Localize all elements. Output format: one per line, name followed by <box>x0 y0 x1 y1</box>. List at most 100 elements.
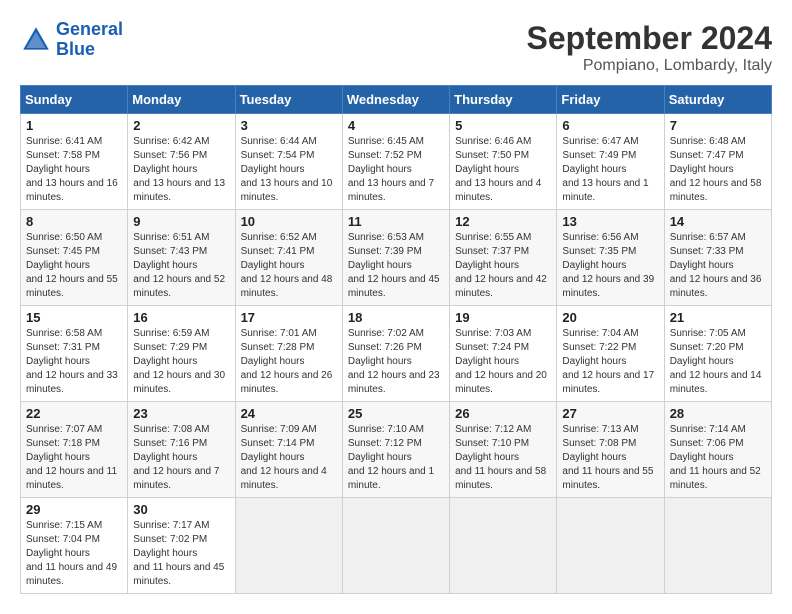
list-item: 15 Sunrise: 6:58 AM Sunset: 7:31 PM Dayl… <box>21 306 128 402</box>
list-item: 29 Sunrise: 7:15 AM Sunset: 7:04 PM Dayl… <box>21 498 128 594</box>
day-number: 19 <box>455 310 551 325</box>
calendar-table: Sunday Monday Tuesday Wednesday Thursday… <box>20 85 772 594</box>
month-year: September 2024 <box>527 20 772 57</box>
day-number: 30 <box>133 502 229 517</box>
day-number: 10 <box>241 214 337 229</box>
col-wednesday: Wednesday <box>342 86 449 114</box>
day-number: 18 <box>348 310 444 325</box>
day-info: Sunrise: 7:08 AM Sunset: 7:16 PM Dayligh… <box>133 423 229 493</box>
day-number: 24 <box>241 406 337 421</box>
logo-blue: Blue <box>56 40 123 60</box>
list-item: 25 Sunrise: 7:10 AM Sunset: 7:12 PM Dayl… <box>342 402 449 498</box>
calendar-header-row: Sunday Monday Tuesday Wednesday Thursday… <box>21 86 772 114</box>
list-item: 27 Sunrise: 7:13 AM Sunset: 7:08 PM Dayl… <box>557 402 664 498</box>
day-info: Sunrise: 7:01 AM Sunset: 7:28 PM Dayligh… <box>241 327 337 397</box>
day-number: 5 <box>455 118 551 133</box>
list-item <box>342 498 449 594</box>
day-info: Sunrise: 7:14 AM Sunset: 7:06 PM Dayligh… <box>670 423 766 493</box>
day-number: 23 <box>133 406 229 421</box>
list-item: 17 Sunrise: 7:01 AM Sunset: 7:28 PM Dayl… <box>235 306 342 402</box>
day-info: Sunrise: 7:17 AM Sunset: 7:02 PM Dayligh… <box>133 519 229 589</box>
day-number: 7 <box>670 118 766 133</box>
day-info: Sunrise: 6:59 AM Sunset: 7:29 PM Dayligh… <box>133 327 229 397</box>
day-number: 16 <box>133 310 229 325</box>
list-item: 21 Sunrise: 7:05 AM Sunset: 7:20 PM Dayl… <box>664 306 771 402</box>
list-item: 28 Sunrise: 7:14 AM Sunset: 7:06 PM Dayl… <box>664 402 771 498</box>
day-number: 14 <box>670 214 766 229</box>
day-info: Sunrise: 6:46 AM Sunset: 7:50 PM Dayligh… <box>455 135 551 205</box>
list-item: 14 Sunrise: 6:57 AM Sunset: 7:33 PM Dayl… <box>664 210 771 306</box>
list-item <box>450 498 557 594</box>
day-info: Sunrise: 6:50 AM Sunset: 7:45 PM Dayligh… <box>26 231 122 301</box>
col-tuesday: Tuesday <box>235 86 342 114</box>
table-row: 1 Sunrise: 6:41 AM Sunset: 7:58 PM Dayli… <box>21 114 772 210</box>
list-item: 16 Sunrise: 6:59 AM Sunset: 7:29 PM Dayl… <box>128 306 235 402</box>
list-item: 5 Sunrise: 6:46 AM Sunset: 7:50 PM Dayli… <box>450 114 557 210</box>
day-info: Sunrise: 6:58 AM Sunset: 7:31 PM Dayligh… <box>26 327 122 397</box>
day-number: 29 <box>26 502 122 517</box>
col-saturday: Saturday <box>664 86 771 114</box>
col-monday: Monday <box>128 86 235 114</box>
logo-text: General Blue <box>56 20 123 60</box>
day-number: 1 <box>26 118 122 133</box>
day-number: 12 <box>455 214 551 229</box>
day-info: Sunrise: 6:41 AM Sunset: 7:58 PM Dayligh… <box>26 135 122 205</box>
day-info: Sunrise: 7:04 AM Sunset: 7:22 PM Dayligh… <box>562 327 658 397</box>
location: Pompiano, Lombardy, Italy <box>527 57 772 75</box>
day-info: Sunrise: 6:52 AM Sunset: 7:41 PM Dayligh… <box>241 231 337 301</box>
list-item: 3 Sunrise: 6:44 AM Sunset: 7:54 PM Dayli… <box>235 114 342 210</box>
day-number: 4 <box>348 118 444 133</box>
day-info: Sunrise: 7:02 AM Sunset: 7:26 PM Dayligh… <box>348 327 444 397</box>
day-info: Sunrise: 7:07 AM Sunset: 7:18 PM Dayligh… <box>26 423 122 493</box>
list-item: 8 Sunrise: 6:50 AM Sunset: 7:45 PM Dayli… <box>21 210 128 306</box>
day-info: Sunrise: 7:09 AM Sunset: 7:14 PM Dayligh… <box>241 423 337 493</box>
day-info: Sunrise: 6:48 AM Sunset: 7:47 PM Dayligh… <box>670 135 766 205</box>
logo-general: General <box>56 19 123 39</box>
day-number: 3 <box>241 118 337 133</box>
list-item: 7 Sunrise: 6:48 AM Sunset: 7:47 PM Dayli… <box>664 114 771 210</box>
table-row: 15 Sunrise: 6:58 AM Sunset: 7:31 PM Dayl… <box>21 306 772 402</box>
calendar-body: 1 Sunrise: 6:41 AM Sunset: 7:58 PM Dayli… <box>21 114 772 594</box>
col-thursday: Thursday <box>450 86 557 114</box>
logo: General Blue <box>20 20 123 60</box>
list-item: 1 Sunrise: 6:41 AM Sunset: 7:58 PM Dayli… <box>21 114 128 210</box>
list-item: 4 Sunrise: 6:45 AM Sunset: 7:52 PM Dayli… <box>342 114 449 210</box>
day-number: 6 <box>562 118 658 133</box>
list-item: 18 Sunrise: 7:02 AM Sunset: 7:26 PM Dayl… <box>342 306 449 402</box>
day-info: Sunrise: 6:53 AM Sunset: 7:39 PM Dayligh… <box>348 231 444 301</box>
day-number: 21 <box>670 310 766 325</box>
list-item <box>664 498 771 594</box>
day-number: 20 <box>562 310 658 325</box>
day-info: Sunrise: 7:12 AM Sunset: 7:10 PM Dayligh… <box>455 423 551 493</box>
table-row: 29 Sunrise: 7:15 AM Sunset: 7:04 PM Dayl… <box>21 498 772 594</box>
day-info: Sunrise: 6:56 AM Sunset: 7:35 PM Dayligh… <box>562 231 658 301</box>
day-info: Sunrise: 6:47 AM Sunset: 7:49 PM Dayligh… <box>562 135 658 205</box>
day-number: 9 <box>133 214 229 229</box>
day-number: 22 <box>26 406 122 421</box>
day-number: 11 <box>348 214 444 229</box>
title-block: September 2024 Pompiano, Lombardy, Italy <box>527 20 772 75</box>
table-row: 22 Sunrise: 7:07 AM Sunset: 7:18 PM Dayl… <box>21 402 772 498</box>
day-info: Sunrise: 7:10 AM Sunset: 7:12 PM Dayligh… <box>348 423 444 493</box>
logo-icon <box>20 24 52 56</box>
day-info: Sunrise: 7:03 AM Sunset: 7:24 PM Dayligh… <box>455 327 551 397</box>
list-item: 19 Sunrise: 7:03 AM Sunset: 7:24 PM Dayl… <box>450 306 557 402</box>
day-info: Sunrise: 6:42 AM Sunset: 7:56 PM Dayligh… <box>133 135 229 205</box>
list-item: 20 Sunrise: 7:04 AM Sunset: 7:22 PM Dayl… <box>557 306 664 402</box>
list-item <box>557 498 664 594</box>
day-info: Sunrise: 7:15 AM Sunset: 7:04 PM Dayligh… <box>26 519 122 589</box>
day-info: Sunrise: 6:44 AM Sunset: 7:54 PM Dayligh… <box>241 135 337 205</box>
day-number: 27 <box>562 406 658 421</box>
list-item: 10 Sunrise: 6:52 AM Sunset: 7:41 PM Dayl… <box>235 210 342 306</box>
list-item: 9 Sunrise: 6:51 AM Sunset: 7:43 PM Dayli… <box>128 210 235 306</box>
list-item: 2 Sunrise: 6:42 AM Sunset: 7:56 PM Dayli… <box>128 114 235 210</box>
list-item: 6 Sunrise: 6:47 AM Sunset: 7:49 PM Dayli… <box>557 114 664 210</box>
list-item: 22 Sunrise: 7:07 AM Sunset: 7:18 PM Dayl… <box>21 402 128 498</box>
col-friday: Friday <box>557 86 664 114</box>
day-info: Sunrise: 7:13 AM Sunset: 7:08 PM Dayligh… <box>562 423 658 493</box>
day-number: 28 <box>670 406 766 421</box>
page-header: General Blue September 2024 Pompiano, Lo… <box>20 20 772 75</box>
day-number: 26 <box>455 406 551 421</box>
list-item: 13 Sunrise: 6:56 AM Sunset: 7:35 PM Dayl… <box>557 210 664 306</box>
day-info: Sunrise: 6:57 AM Sunset: 7:33 PM Dayligh… <box>670 231 766 301</box>
